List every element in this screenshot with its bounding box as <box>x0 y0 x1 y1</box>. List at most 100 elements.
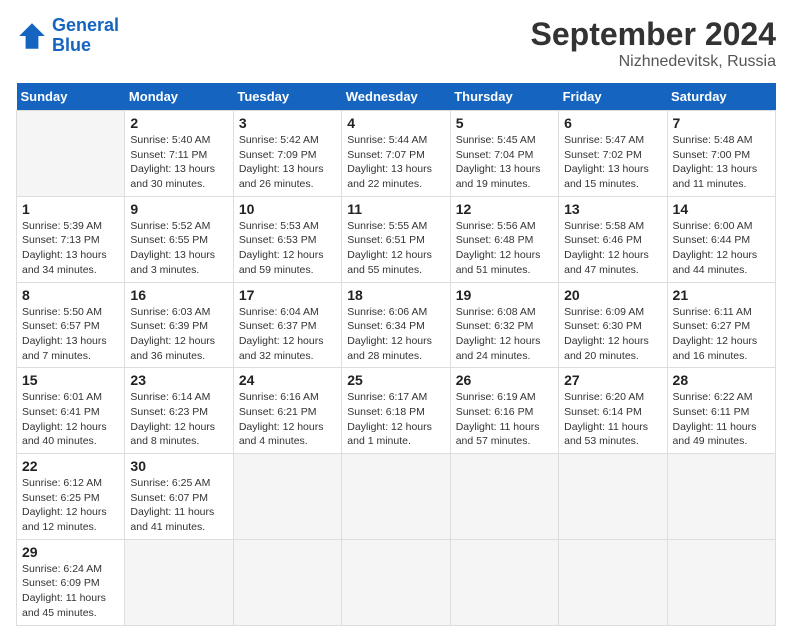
day-number: 14 <box>673 201 770 217</box>
day-number: 13 <box>564 201 661 217</box>
day-info: Sunrise: 6:01 AM Sunset: 6:41 PM Dayligh… <box>22 390 119 449</box>
day-info: Sunrise: 5:40 AM Sunset: 7:11 PM Dayligh… <box>130 133 227 192</box>
calendar-cell <box>450 454 558 540</box>
calendar-cell: 4 Sunrise: 5:44 AM Sunset: 7:07 PM Daylig… <box>342 111 450 197</box>
logo-line1: General <box>52 15 119 35</box>
calendar-cell: 15 Sunrise: 6:01 AM Sunset: 6:41 PM Dayli… <box>17 368 125 454</box>
logo-icon <box>16 20 48 52</box>
calendar-week-3: 15 Sunrise: 6:01 AM Sunset: 6:41 PM Dayli… <box>17 368 776 454</box>
calendar-week-0: 2 Sunrise: 5:40 AM Sunset: 7:11 PM Daylig… <box>17 111 776 197</box>
day-number: 12 <box>456 201 553 217</box>
weekday-header-row: SundayMondayTuesdayWednesdayThursdayFrid… <box>17 83 776 111</box>
calendar-cell: 8 Sunrise: 5:50 AM Sunset: 6:57 PM Daylig… <box>17 282 125 368</box>
day-number: 15 <box>22 372 119 388</box>
month-title: September 2024 <box>531 16 776 53</box>
day-info: Sunrise: 6:08 AM Sunset: 6:32 PM Dayligh… <box>456 305 553 364</box>
day-number: 5 <box>456 115 553 131</box>
day-info: Sunrise: 6:20 AM Sunset: 6:14 PM Dayligh… <box>564 390 661 449</box>
calendar-cell: 24 Sunrise: 6:16 AM Sunset: 6:21 PM Dayli… <box>233 368 341 454</box>
day-number: 27 <box>564 372 661 388</box>
day-info: Sunrise: 6:00 AM Sunset: 6:44 PM Dayligh… <box>673 219 770 278</box>
weekday-friday: Friday <box>559 83 667 111</box>
day-number: 1 <box>22 201 119 217</box>
calendar-cell: 14 Sunrise: 6:00 AM Sunset: 6:44 PM Dayli… <box>667 196 775 282</box>
calendar-cell: 3Sunrise: 5:42 AM Sunset: 7:09 PM Daylig… <box>233 111 341 197</box>
day-info: Sunrise: 5:47 AM Sunset: 7:02 PM Dayligh… <box>564 133 661 192</box>
day-number: 2 <box>130 115 227 131</box>
day-number: 18 <box>347 287 444 303</box>
calendar-table: SundayMondayTuesdayWednesdayThursdayFrid… <box>16 83 776 626</box>
calendar-week-4: 22 Sunrise: 6:12 AM Sunset: 6:25 PM Dayli… <box>17 454 776 540</box>
logo-line2: Blue <box>52 35 91 55</box>
day-number: 9 <box>130 201 227 217</box>
title-block: September 2024 Nizhnedevitsk, Russia <box>531 16 776 71</box>
day-number: 10 <box>239 201 336 217</box>
day-info: Sunrise: 5:50 AM Sunset: 6:57 PM Dayligh… <box>22 305 119 364</box>
day-info: Sunrise: 6:11 AM Sunset: 6:27 PM Dayligh… <box>673 305 770 364</box>
day-number: 8 <box>22 287 119 303</box>
day-number: 25 <box>347 372 444 388</box>
calendar-cell: 1 Sunrise: 5:39 AM Sunset: 7:13 PM Daylig… <box>17 196 125 282</box>
day-info: Sunrise: 6:12 AM Sunset: 6:25 PM Dayligh… <box>22 476 119 535</box>
day-number: 20 <box>564 287 661 303</box>
weekday-tuesday: Tuesday <box>233 83 341 111</box>
calendar-week-5: 29Sunrise: 6:24 AM Sunset: 6:09 PM Dayli… <box>17 539 776 625</box>
calendar-cell <box>342 539 450 625</box>
calendar-cell: 22 Sunrise: 6:12 AM Sunset: 6:25 PM Dayli… <box>17 454 125 540</box>
day-number: 28 <box>673 372 770 388</box>
day-info: Sunrise: 5:56 AM Sunset: 6:48 PM Dayligh… <box>456 219 553 278</box>
day-number: 26 <box>456 372 553 388</box>
calendar-cell: 25 Sunrise: 6:17 AM Sunset: 6:18 PM Dayli… <box>342 368 450 454</box>
weekday-monday: Monday <box>125 83 233 111</box>
calendar-cell: 6Sunrise: 5:47 AM Sunset: 7:02 PM Daylig… <box>559 111 667 197</box>
day-info: Sunrise: 6:22 AM Sunset: 6:11 PM Dayligh… <box>673 390 770 449</box>
day-info: Sunrise: 5:52 AM Sunset: 6:55 PM Dayligh… <box>130 219 227 278</box>
calendar-cell: 30Sunrise: 6:25 AM Sunset: 6:07 PM Dayli… <box>125 454 233 540</box>
calendar-cell: 11Sunrise: 5:55 AM Sunset: 6:51 PM Dayli… <box>342 196 450 282</box>
day-info: Sunrise: 5:45 AM Sunset: 7:04 PM Dayligh… <box>456 133 553 192</box>
logo: General Blue <box>16 16 119 56</box>
calendar-cell <box>667 454 775 540</box>
day-info: Sunrise: 6:17 AM Sunset: 6:18 PM Dayligh… <box>347 390 444 449</box>
calendar-cell <box>450 539 558 625</box>
day-number: 22 <box>22 458 119 474</box>
day-info: Sunrise: 6:14 AM Sunset: 6:23 PM Dayligh… <box>130 390 227 449</box>
calendar-cell: 19Sunrise: 6:08 AM Sunset: 6:32 PM Dayli… <box>450 282 558 368</box>
day-number: 3 <box>239 115 336 131</box>
page-header: General Blue September 2024 Nizhnedevits… <box>16 16 776 71</box>
calendar-cell <box>233 539 341 625</box>
weekday-sunday: Sunday <box>17 83 125 111</box>
day-info: Sunrise: 5:44 AM Sunset: 7:07 PM Dayligh… <box>347 133 444 192</box>
calendar-cell: 16Sunrise: 6:03 AM Sunset: 6:39 PM Dayli… <box>125 282 233 368</box>
day-info: Sunrise: 6:03 AM Sunset: 6:39 PM Dayligh… <box>130 305 227 364</box>
day-number: 21 <box>673 287 770 303</box>
calendar-cell: 2 Sunrise: 5:40 AM Sunset: 7:11 PM Daylig… <box>125 111 233 197</box>
day-number: 24 <box>239 372 336 388</box>
calendar-cell: 10 Sunrise: 5:53 AM Sunset: 6:53 PM Dayli… <box>233 196 341 282</box>
calendar-cell: 21 Sunrise: 6:11 AM Sunset: 6:27 PM Dayli… <box>667 282 775 368</box>
day-number: 7 <box>673 115 770 131</box>
day-info: Sunrise: 6:09 AM Sunset: 6:30 PM Dayligh… <box>564 305 661 364</box>
calendar-cell: 9 Sunrise: 5:52 AM Sunset: 6:55 PM Daylig… <box>125 196 233 282</box>
calendar-cell: 13 Sunrise: 5:58 AM Sunset: 6:46 PM Dayli… <box>559 196 667 282</box>
calendar-cell: 28 Sunrise: 6:22 AM Sunset: 6:11 PM Dayli… <box>667 368 775 454</box>
calendar-cell: 26 Sunrise: 6:19 AM Sunset: 6:16 PM Dayli… <box>450 368 558 454</box>
day-info: Sunrise: 6:16 AM Sunset: 6:21 PM Dayligh… <box>239 390 336 449</box>
day-info: Sunrise: 5:53 AM Sunset: 6:53 PM Dayligh… <box>239 219 336 278</box>
calendar-cell: 17Sunrise: 6:04 AM Sunset: 6:37 PM Dayli… <box>233 282 341 368</box>
day-info: Sunrise: 5:55 AM Sunset: 6:51 PM Dayligh… <box>347 219 444 278</box>
calendar-cell <box>559 454 667 540</box>
calendar-cell: 12 Sunrise: 5:56 AM Sunset: 6:48 PM Dayli… <box>450 196 558 282</box>
calendar-week-1: 1 Sunrise: 5:39 AM Sunset: 7:13 PM Daylig… <box>17 196 776 282</box>
logo-text: General Blue <box>52 16 119 56</box>
day-info: Sunrise: 5:58 AM Sunset: 6:46 PM Dayligh… <box>564 219 661 278</box>
day-number: 29 <box>22 544 119 560</box>
weekday-thursday: Thursday <box>450 83 558 111</box>
calendar-cell: 5 Sunrise: 5:45 AM Sunset: 7:04 PM Daylig… <box>450 111 558 197</box>
calendar-cell: 29Sunrise: 6:24 AM Sunset: 6:09 PM Dayli… <box>17 539 125 625</box>
calendar-cell: 7Sunrise: 5:48 AM Sunset: 7:00 PM Daylig… <box>667 111 775 197</box>
day-number: 4 <box>347 115 444 131</box>
day-info: Sunrise: 6:19 AM Sunset: 6:16 PM Dayligh… <box>456 390 553 449</box>
weekday-wednesday: Wednesday <box>342 83 450 111</box>
day-info: Sunrise: 5:39 AM Sunset: 7:13 PM Dayligh… <box>22 219 119 278</box>
